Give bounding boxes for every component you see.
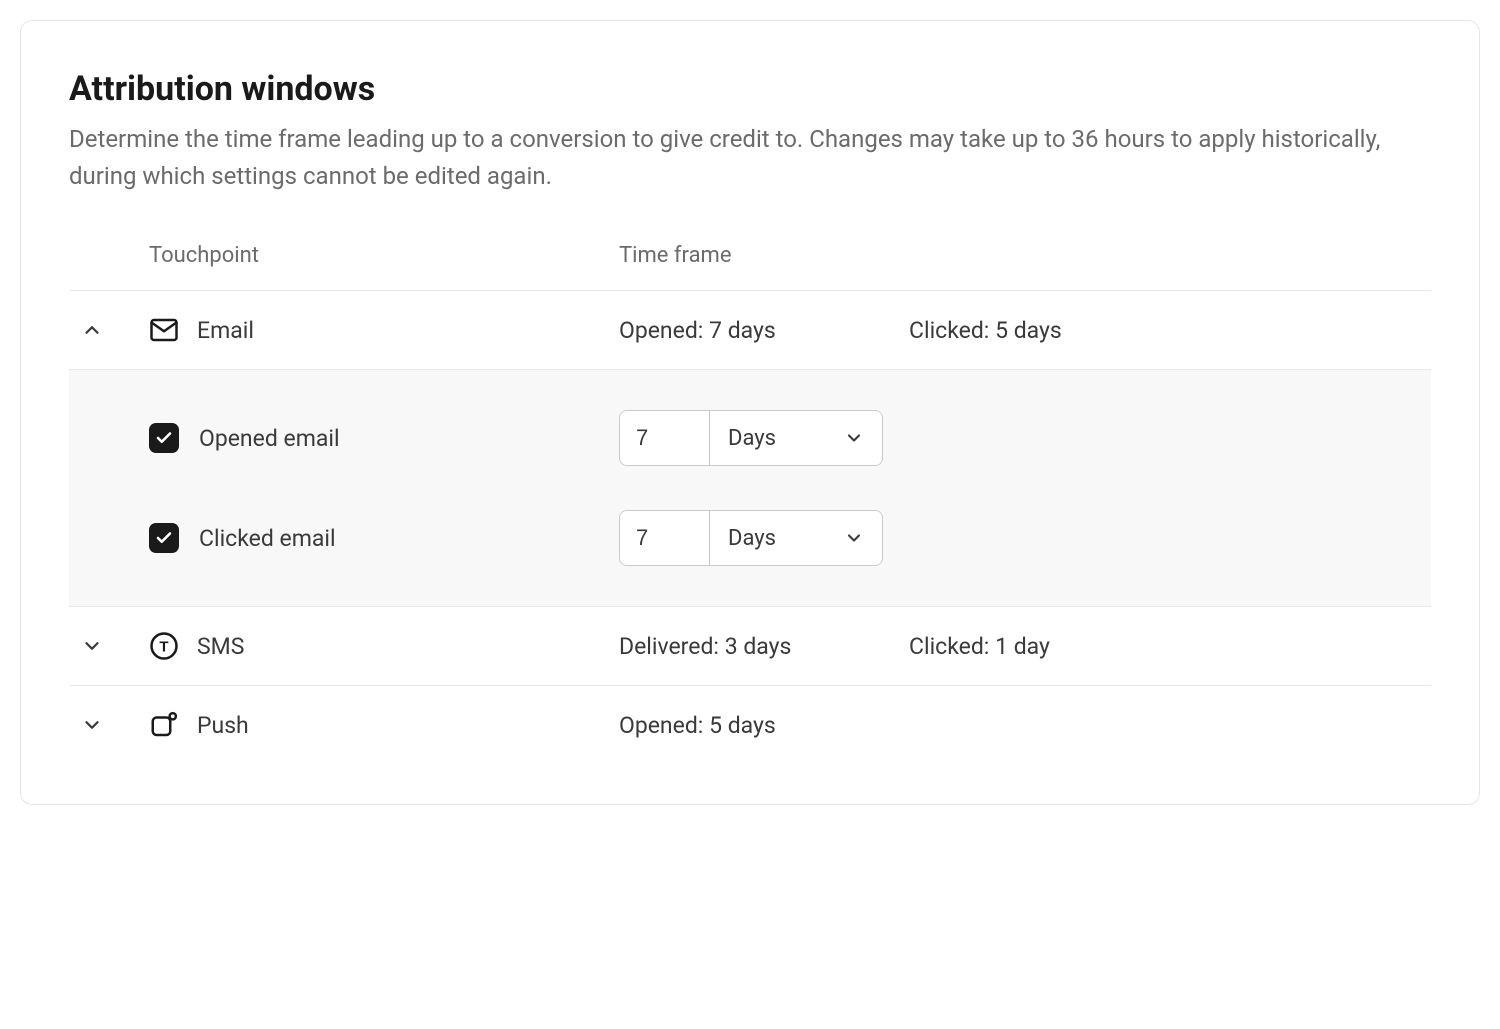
- table-row-push[interactable]: Push Opened: 5 days: [69, 686, 1431, 764]
- expand-toggle-email[interactable]: [69, 319, 149, 341]
- column-header-timeframe: Time frame: [619, 243, 909, 268]
- unit-label-clicked-email: Days: [728, 526, 776, 551]
- chevron-up-icon: [81, 319, 103, 341]
- svg-text:T: T: [159, 639, 168, 656]
- sub-row-clicked-email: Clicked email Days: [69, 488, 1431, 588]
- checkbox-clicked-email[interactable]: [149, 523, 179, 553]
- page-title: Attribution windows: [69, 69, 1431, 109]
- expand-toggle-sms[interactable]: [69, 635, 149, 657]
- email-summary-clicked: Clicked: 5 days: [909, 317, 1431, 344]
- column-header-touchpoint: Touchpoint: [149, 243, 619, 268]
- sms-icon: T: [149, 631, 179, 661]
- touchpoint-name-push: Push: [197, 712, 249, 739]
- number-input-clicked-email[interactable]: [620, 511, 710, 565]
- table-row-email[interactable]: Email Opened: 7 days Clicked: 5 days: [69, 291, 1431, 370]
- email-summary-opened: Opened: 7 days: [619, 317, 909, 344]
- push-summary-opened: Opened: 5 days: [619, 712, 909, 739]
- checkbox-opened-email[interactable]: [149, 423, 179, 453]
- attribution-windows-card: Attribution windows Determine the time f…: [20, 20, 1480, 805]
- page-description: Determine the time frame leading up to a…: [69, 121, 1431, 195]
- expand-toggle-push[interactable]: [69, 714, 149, 736]
- timeframe-input-opened-email: Days: [619, 410, 883, 466]
- chevron-down-icon: [81, 635, 103, 657]
- unit-label-opened-email: Days: [728, 426, 776, 451]
- sms-summary-clicked: Clicked: 1 day: [909, 633, 1431, 660]
- label-opened-email: Opened email: [199, 425, 340, 452]
- timeframe-input-clicked-email: Days: [619, 510, 883, 566]
- label-clicked-email: Clicked email: [199, 525, 336, 552]
- table-header: Touchpoint Time frame: [69, 243, 1431, 291]
- unit-select-clicked-email[interactable]: Days: [710, 511, 882, 565]
- sub-row-opened-email: Opened email Days: [69, 388, 1431, 488]
- table-row-sms[interactable]: T SMS Delivered: 3 days Clicked: 1 day: [69, 607, 1431, 686]
- touchpoint-name-sms: SMS: [197, 633, 244, 660]
- email-expanded-panel: Opened email Days: [69, 370, 1431, 607]
- chevron-down-icon: [844, 528, 864, 548]
- attribution-table: Touchpoint Time frame Email Opened: 7 da…: [69, 243, 1431, 764]
- touchpoint-name-email: Email: [197, 317, 254, 344]
- number-input-opened-email[interactable]: [620, 411, 710, 465]
- chevron-down-icon: [844, 428, 864, 448]
- push-icon: [149, 710, 179, 740]
- chevron-down-icon: [81, 714, 103, 736]
- email-icon: [149, 315, 179, 345]
- unit-select-opened-email[interactable]: Days: [710, 411, 882, 465]
- sms-summary-delivered: Delivered: 3 days: [619, 633, 909, 660]
